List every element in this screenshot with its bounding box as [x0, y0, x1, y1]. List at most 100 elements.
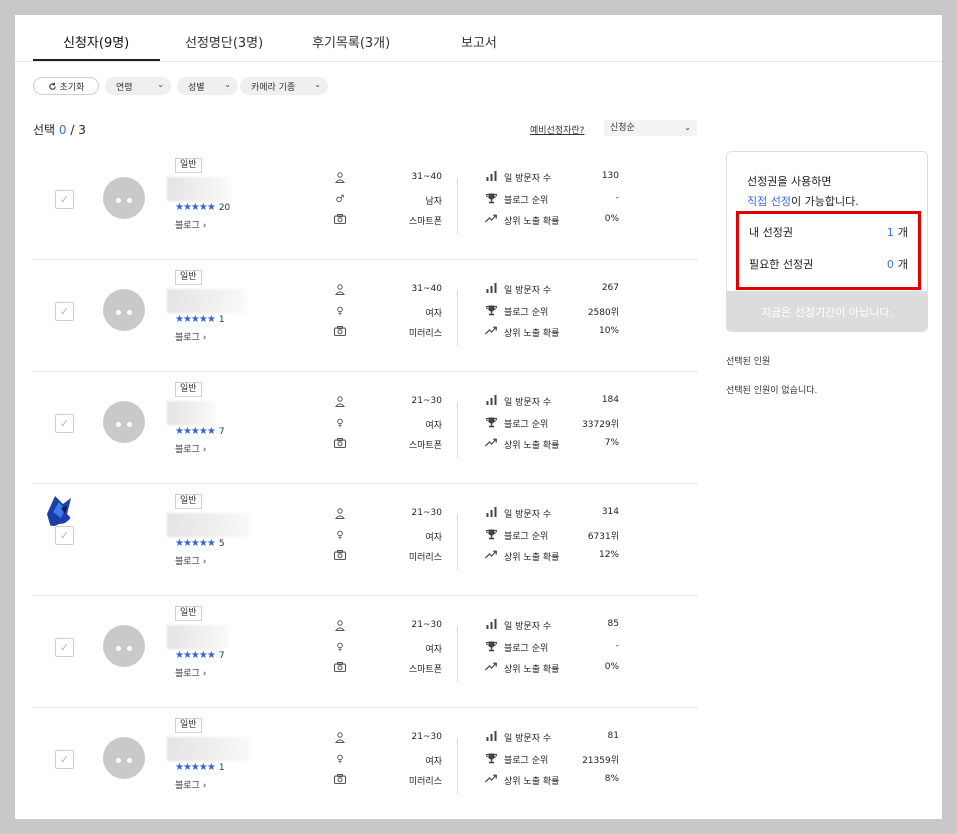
reset-filter-button[interactable]: 초기화: [33, 77, 99, 95]
blog-link[interactable]: 블로그 ›: [175, 330, 206, 343]
applicant-checkbox[interactable]: ✓: [55, 750, 74, 769]
applicant-checkbox[interactable]: ✓: [55, 526, 74, 545]
trophy-icon: [485, 753, 497, 765]
trend-up-icon: [485, 774, 497, 786]
bar-chart-icon: [485, 395, 497, 407]
person-icon: [334, 732, 346, 744]
camera-filter-label: 카메라 기종: [251, 82, 296, 93]
bar-chart-icon: [485, 619, 497, 631]
trend-up-icon: [485, 326, 497, 338]
blog-rank-label: 블로그 순위: [504, 308, 549, 318]
avatar-eye: [116, 422, 121, 427]
sort-select[interactable]: 신청순 ⌄: [604, 120, 697, 136]
blog-link[interactable]: 블로그 ›: [175, 554, 206, 567]
check-icon: ✓: [59, 305, 70, 318]
visitors-value: 130: [601, 171, 619, 181]
age-filter[interactable]: 연령 ⌄: [105, 77, 171, 95]
visitors-label: 일 방문자 수: [504, 734, 552, 744]
blog-link[interactable]: 블로그 ›: [175, 442, 206, 455]
review-count: 7: [218, 427, 225, 437]
exposure-value: 12%: [598, 550, 619, 560]
age-value: 21~30: [411, 508, 442, 518]
applicant-checkbox[interactable]: ✓: [55, 638, 74, 657]
applicant-type-badge: 일반: [175, 718, 202, 733]
exposure-value: 0%: [604, 214, 619, 224]
blurred-name: [167, 625, 229, 649]
trophy-icon: [485, 417, 497, 429]
avatar-eye: [127, 198, 132, 203]
sort-selected-value: 신청순: [610, 123, 635, 133]
tab-report[interactable]: 보고서: [461, 32, 497, 51]
visitors-value: 81: [607, 731, 619, 741]
my-rights-label: 내 선정권: [749, 226, 793, 239]
camera-icon: [334, 214, 346, 226]
avatar: [33, 484, 75, 526]
avatar-eye: [127, 646, 132, 651]
camera-icon: [334, 774, 346, 786]
trophy-icon: [485, 529, 497, 541]
avatar: [103, 177, 145, 219]
camera-value: 스마트폰: [408, 441, 442, 451]
bar-chart-icon: [485, 731, 497, 743]
blog-rank-label: 블로그 순위: [504, 644, 549, 654]
person-icon: [334, 620, 346, 632]
blog-rank-label: 블로그 순위: [504, 420, 549, 430]
rating-stars: ★★★★★ 7: [175, 650, 225, 661]
review-count: 5: [218, 539, 225, 549]
camera-filter[interactable]: 카메라 기종 ⌄: [240, 77, 328, 95]
blog-link[interactable]: 블로그 ›: [175, 778, 206, 791]
avatar: [103, 625, 145, 667]
visitors-value: 85: [607, 619, 619, 629]
exposure-value: 10%: [598, 326, 619, 336]
applicant-row: ✓ 일반 ★★★★★ 1 블로그 › 31~40 ♀ 여자 미러리스 일 방문자…: [33, 260, 698, 372]
gender-value: 여자: [425, 533, 442, 543]
panel-line1: 선정권을 사용하면: [747, 175, 832, 188]
female-icon: ♀: [336, 754, 344, 765]
person-icon: [334, 508, 346, 520]
visitors-label: 일 방문자 수: [504, 622, 552, 632]
applicant-checkbox[interactable]: ✓: [55, 414, 74, 433]
selection-rights-box: 내 선정권 1개 필요한 선정권 0개: [736, 211, 921, 290]
blog-rank-label: 블로그 순위: [504, 196, 549, 206]
selection-separator: /: [66, 123, 79, 137]
blog-link[interactable]: 블로그 ›: [175, 666, 206, 679]
person-icon: [334, 172, 346, 184]
blog-rank-value: 33729위: [582, 420, 619, 430]
tab-applicants[interactable]: 신청자(9명): [63, 32, 129, 51]
selection-prefix: 선택: [33, 123, 56, 137]
exposure-label: 상위 노출 확률: [504, 329, 560, 339]
column-divider: [457, 626, 458, 682]
profile-photo-image: [33, 484, 75, 526]
camera-icon: [334, 438, 346, 450]
age-value: 31~40: [411, 172, 442, 182]
applicant-row: ✓ 일반 ★★★★★ 20 블로그 › 31~40 ♂ 남자 스마트폰 일 방문…: [33, 148, 698, 260]
exposure-value: 7%: [604, 438, 619, 448]
selection-count: 선택 0 / 3: [33, 121, 86, 138]
applicant-checkbox[interactable]: ✓: [55, 190, 74, 209]
visitors-label: 일 방문자 수: [504, 398, 552, 408]
blurred-name: [167, 401, 215, 425]
rating-stars: ★★★★★ 1: [175, 762, 225, 773]
avatar: [103, 401, 145, 443]
camera-icon: [334, 662, 346, 674]
gender-filter[interactable]: 성별 ⌄: [177, 77, 238, 95]
visitors-label: 일 방문자 수: [504, 510, 552, 520]
gender-value: 여자: [425, 757, 442, 767]
blog-link[interactable]: 블로그 ›: [175, 218, 206, 231]
female-icon: ♀: [336, 642, 344, 653]
tab-reviews[interactable]: 후기목록(3개): [312, 32, 390, 51]
applicant-checkbox[interactable]: ✓: [55, 302, 74, 321]
review-count: 20: [218, 203, 231, 213]
tab-selected-list[interactable]: 선정명단(3명): [185, 32, 263, 51]
unit-label: 개: [897, 226, 908, 239]
star-icon: ★★★★★: [175, 762, 216, 773]
avatar-eye: [127, 422, 132, 427]
column-divider: [457, 738, 458, 794]
person-icon: [334, 284, 346, 296]
review-count: 1: [218, 315, 225, 325]
prelim-selection-help-link[interactable]: 예비선정자란?: [530, 123, 584, 136]
age-filter-label: 연령: [116, 82, 133, 93]
exposure-label: 상위 노출 확률: [504, 441, 560, 451]
star-icon: ★★★★★: [175, 202, 216, 213]
blurred-name: [167, 289, 247, 313]
